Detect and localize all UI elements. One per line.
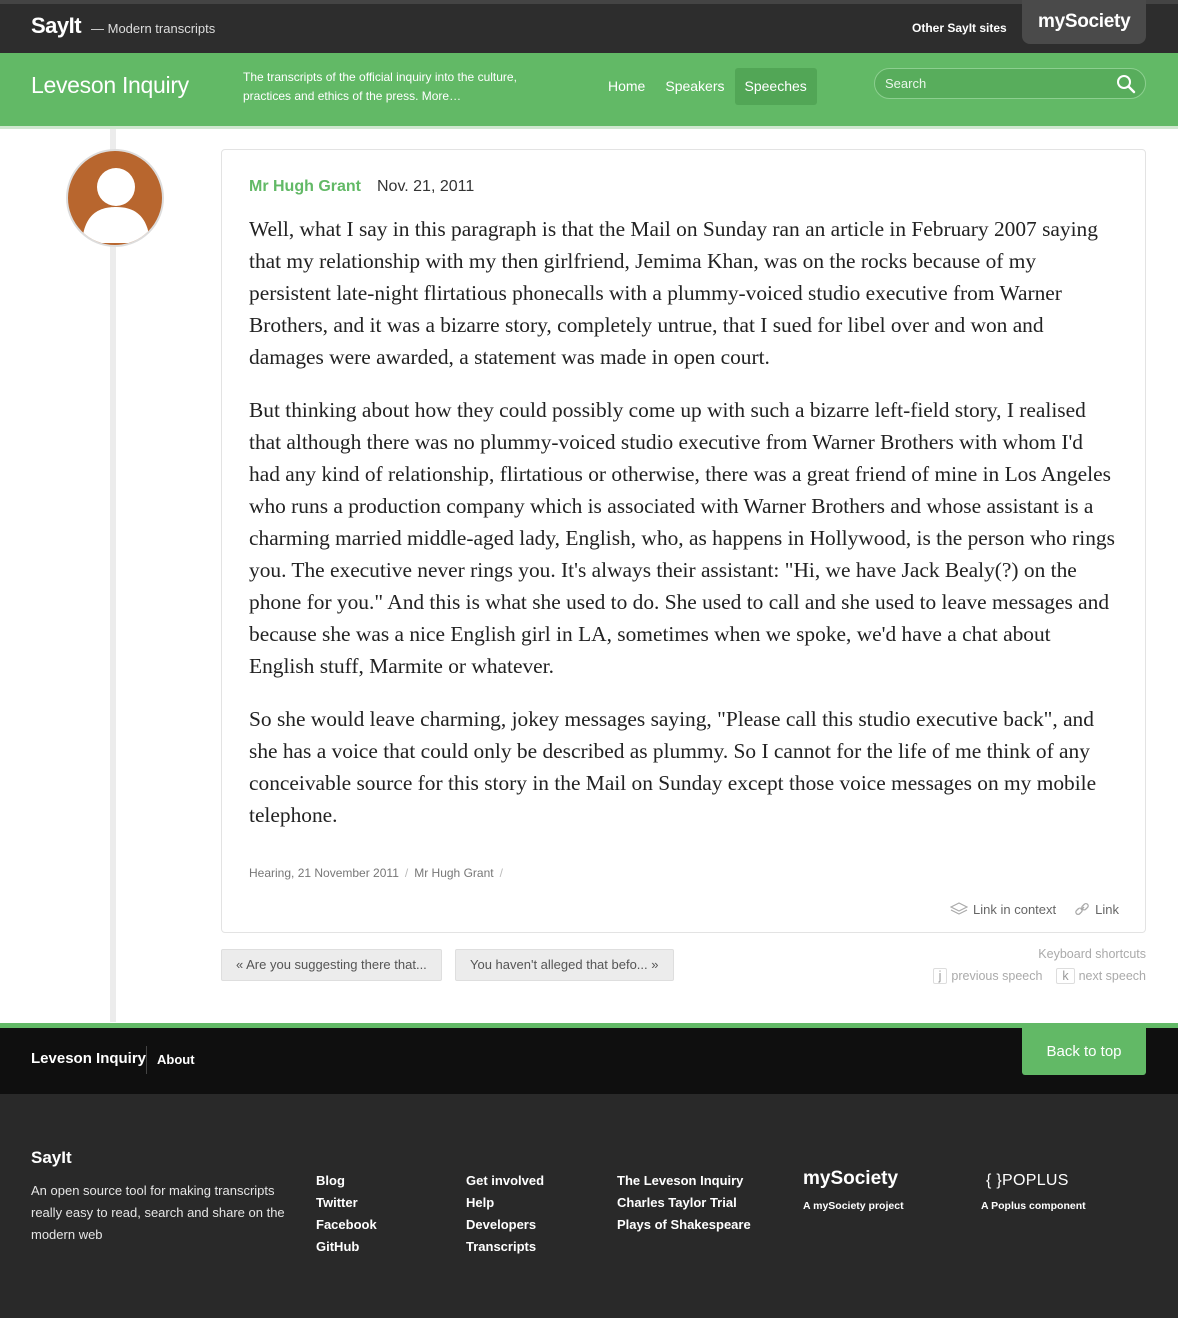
breadcrumb: Hearing, 21 November 2011 / Mr Hugh Grant / bbox=[249, 866, 509, 880]
site-title[interactable]: Leveson Inquiry bbox=[31, 72, 189, 99]
poplus-caption: A Poplus component bbox=[981, 1200, 1086, 1212]
other-sites-link[interactable]: Other SayIt sites bbox=[912, 21, 1007, 35]
poplus-wordmark: POPLUS bbox=[1002, 1172, 1069, 1189]
speech-card: Mr Hugh Grant Nov. 21, 2011 Well, what I… bbox=[221, 149, 1146, 933]
poplus-logo[interactable]: { }POPLUS bbox=[986, 1172, 1069, 1190]
footer-link-blog[interactable]: Blog bbox=[316, 1170, 377, 1192]
divider bbox=[146, 1046, 147, 1074]
footer-links-social: Blog Twitter Facebook GitHub bbox=[316, 1170, 377, 1258]
footer-link-help[interactable]: Help bbox=[466, 1192, 544, 1214]
speaker-avatar[interactable] bbox=[66, 149, 164, 247]
speech-links: Link in context Link bbox=[950, 901, 1119, 917]
speech-date[interactable]: Nov. 21, 2011 bbox=[377, 178, 474, 196]
breadcrumb-hearing[interactable]: Hearing, 21 November 2011 bbox=[249, 866, 399, 880]
breadcrumb-separator: / bbox=[404, 866, 409, 880]
person-icon bbox=[82, 168, 150, 243]
footer-brand: SayIt bbox=[31, 1148, 72, 1167]
main-nav: Home Speakers Speeches bbox=[598, 68, 817, 105]
main-content: Mr Hugh Grant Nov. 21, 2011 Well, what I… bbox=[0, 129, 1178, 1022]
footer-link-shakespeare[interactable]: Plays of Shakespeare bbox=[617, 1214, 751, 1236]
next-key: k bbox=[1056, 968, 1075, 984]
sayit-logo[interactable]: SayIt bbox=[31, 13, 82, 39]
footer-links-project: Get involved Help Developers Transcripts bbox=[466, 1170, 544, 1258]
mysociety-footer-logo[interactable]: mySociety bbox=[803, 1168, 898, 1190]
previous-speech-button[interactable]: « Are you suggesting there that... bbox=[221, 949, 442, 981]
breadcrumb-speaker[interactable]: Mr Hugh Grant bbox=[414, 866, 493, 880]
site-description: The transcripts of the official inquiry … bbox=[243, 70, 517, 103]
mysociety-logo: mySociety bbox=[1038, 11, 1131, 32]
footer-site-title[interactable]: Leveson Inquiry bbox=[31, 1050, 146, 1067]
poplus-icon: { } bbox=[986, 1172, 1003, 1189]
speech-paragraph: So she would leave charming, jokey messa… bbox=[249, 707, 1097, 827]
prev-key-label: previous speech bbox=[951, 969, 1043, 983]
shortcuts-title: Keyboard shortcuts bbox=[1038, 947, 1146, 961]
speech-text: Well, what I say in this paragraph is th… bbox=[249, 213, 1117, 852]
prev-key: j bbox=[932, 968, 948, 984]
footer-link-twitter[interactable]: Twitter bbox=[316, 1192, 377, 1214]
speech-paragraph: Well, what I say in this paragraph is th… bbox=[249, 217, 1098, 369]
footer: SayIt An open source tool for making tra… bbox=[0, 1094, 1178, 1318]
chain-link-icon bbox=[1075, 902, 1089, 916]
top-bar: SayIt — Modern transcripts Other SayIt s… bbox=[0, 0, 1178, 53]
search-placeholder: Search bbox=[885, 76, 927, 91]
footer-link-developers[interactable]: Developers bbox=[466, 1214, 544, 1236]
brand-tagline: — Modern transcripts bbox=[91, 21, 216, 36]
link-in-context-label: Link in context bbox=[973, 901, 1057, 917]
link-in-context[interactable]: Link in context bbox=[950, 902, 1056, 917]
layers-icon bbox=[950, 902, 969, 915]
footer-nav: Leveson Inquiry About Back to top bbox=[0, 1023, 1178, 1094]
search-input[interactable]: Search bbox=[874, 68, 1146, 99]
permalink[interactable]: Link bbox=[1074, 901, 1119, 917]
footer-link-facebook[interactable]: Facebook bbox=[316, 1214, 377, 1236]
next-speech-button[interactable]: You haven't alleged that befo... » bbox=[455, 949, 674, 981]
mysociety-tab[interactable]: mySociety bbox=[1022, 0, 1146, 44]
speaker-name[interactable]: Mr Hugh Grant bbox=[249, 178, 361, 196]
nav-home[interactable]: Home bbox=[598, 68, 655, 105]
speech-paragraph: But thinking about how they could possib… bbox=[249, 398, 1115, 678]
footer-about-link[interactable]: About bbox=[157, 1052, 195, 1067]
timeline-rail bbox=[110, 129, 116, 1022]
back-to-top-button[interactable]: Back to top bbox=[1022, 1028, 1146, 1075]
footer-link-github[interactable]: GitHub bbox=[316, 1236, 377, 1258]
breadcrumb-separator: / bbox=[499, 866, 503, 880]
next-key-label: next speech bbox=[1078, 969, 1146, 983]
footer-link-transcripts[interactable]: Transcripts bbox=[466, 1236, 544, 1258]
link-label: Link bbox=[1095, 901, 1119, 917]
nav-speakers[interactable]: Speakers bbox=[655, 68, 734, 105]
nav-speeches[interactable]: Speeches bbox=[734, 68, 817, 105]
search-icon[interactable] bbox=[1116, 74, 1136, 94]
footer-link-leveson[interactable]: The Leveson Inquiry bbox=[617, 1170, 751, 1192]
footer-link-charles-taylor[interactable]: Charles Taylor Trial bbox=[617, 1192, 751, 1214]
footer-description: An open source tool for making transcrip… bbox=[31, 1183, 285, 1242]
footer-link-get-involved[interactable]: Get involved bbox=[466, 1170, 544, 1192]
site-header: Leveson Inquiry The transcripts of the o… bbox=[0, 53, 1178, 129]
keyboard-shortcuts: Keyboard shortcuts j previous speech k nex… bbox=[932, 947, 1146, 984]
footer-links-sites: The Leveson Inquiry Charles Taylor Trial… bbox=[617, 1170, 751, 1236]
mysociety-caption: A mySociety project bbox=[803, 1200, 904, 1212]
